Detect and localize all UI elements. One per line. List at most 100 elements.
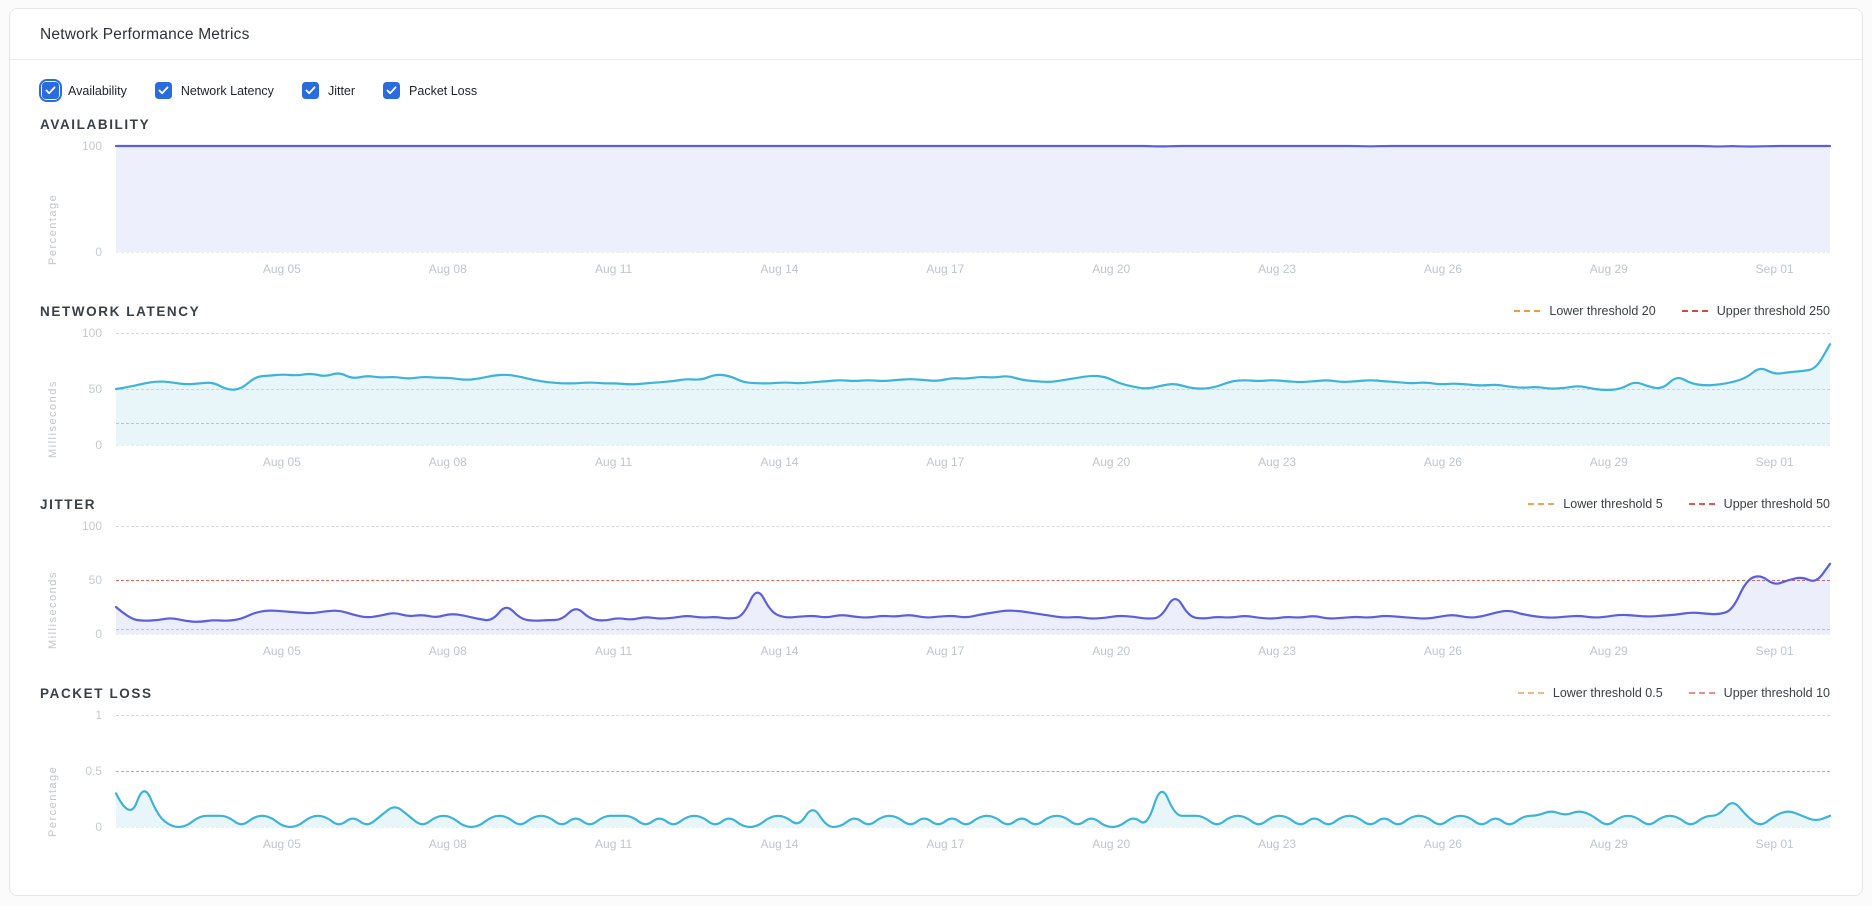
x-tick-label: Aug 14 xyxy=(760,837,798,851)
toggle-availability[interactable]: Availability xyxy=(42,82,127,99)
x-tick-label: Aug 20 xyxy=(1092,644,1130,658)
legend-dash-icon xyxy=(1528,503,1554,505)
legend-label: Upper threshold 50 xyxy=(1724,497,1830,511)
x-tick-label: Aug 26 xyxy=(1424,837,1462,851)
x-tick-label: Aug 05 xyxy=(263,644,301,658)
gridline xyxy=(116,634,1830,635)
x-tick-label: Aug 23 xyxy=(1258,837,1296,851)
legend-dash-icon xyxy=(1514,310,1540,312)
y-axis-title: Percentage xyxy=(40,146,66,286)
x-tick-label: Aug 14 xyxy=(760,262,798,276)
y-axis-title: Milliseconds xyxy=(40,526,66,668)
x-tick-label: Aug 23 xyxy=(1258,455,1296,469)
x-tick-label: Aug 20 xyxy=(1092,455,1130,469)
availability-checkbox[interactable] xyxy=(42,82,59,99)
checkmark-icon xyxy=(386,86,397,95)
x-tick-label: Aug 14 xyxy=(760,644,798,658)
x-tick-label: Aug 23 xyxy=(1258,644,1296,658)
x-tick-label: Aug 20 xyxy=(1092,837,1130,851)
toggle-label: Jitter xyxy=(328,84,355,98)
x-tick-label: Aug 08 xyxy=(429,837,467,851)
packet-loss-chart-section: PACKET LOSS Lower threshold 0.5 Upper thr… xyxy=(40,684,1832,861)
x-tick-label: Aug 20 xyxy=(1092,262,1130,276)
packet-loss-plot: 10.50Aug 05Aug 08Aug 11Aug 14Aug 17Aug 2… xyxy=(116,715,1830,827)
y-tick-label: 50 xyxy=(89,573,102,587)
legend-dash-icon xyxy=(1689,692,1715,694)
x-tick-label: Aug 29 xyxy=(1590,837,1628,851)
series-line xyxy=(116,146,1830,147)
toggle-jitter[interactable]: Jitter xyxy=(302,82,355,99)
series-line xyxy=(116,564,1830,622)
y-tick-label: 50 xyxy=(89,382,102,396)
legend-dash-icon xyxy=(1689,503,1715,505)
legend-label: Upper threshold 10 xyxy=(1724,686,1830,700)
legend-label: Lower threshold 0.5 xyxy=(1553,686,1663,700)
legend-item: Lower threshold 0.5 xyxy=(1518,686,1663,700)
y-tick-label: 1 xyxy=(95,708,102,722)
checkmark-icon xyxy=(45,86,56,95)
x-tick-label: Aug 26 xyxy=(1424,262,1462,276)
x-tick-label: Aug 11 xyxy=(595,262,632,276)
series-area xyxy=(116,564,1830,634)
y-tick-label: 100 xyxy=(82,326,102,340)
network-latency-chart-section: NETWORK LATENCY Lower threshold 20 Upper … xyxy=(40,302,1832,479)
y-tick-label: 100 xyxy=(82,139,102,153)
x-tick-label: Aug 29 xyxy=(1590,644,1628,658)
network-performance-metrics-panel: Network Performance Metrics Availability… xyxy=(9,8,1863,896)
panel-title: Network Performance Metrics xyxy=(40,26,1832,44)
availability-plot-area[interactable] xyxy=(116,146,1830,252)
x-tick-label: Aug 05 xyxy=(263,837,301,851)
legend-dash-icon xyxy=(1518,692,1544,694)
x-tick-label: Aug 26 xyxy=(1424,455,1462,469)
jitter-plot-area[interactable] xyxy=(116,526,1830,634)
x-tick-label: Aug 14 xyxy=(760,455,798,469)
x-tick-label: Aug 08 xyxy=(429,455,467,469)
toggle-packet-loss[interactable]: Packet Loss xyxy=(383,82,477,99)
y-tick-label: 0 xyxy=(95,627,102,641)
x-tick-label: Aug 17 xyxy=(926,644,964,658)
y-tick-label: 0.5 xyxy=(85,764,102,778)
packet-loss-plot-area[interactable] xyxy=(116,715,1830,827)
availability-chart-section: AVAILABILITY Percentage 1000Aug 05Aug 08… xyxy=(40,115,1832,286)
network-latency-plot: 100500Aug 05Aug 08Aug 11Aug 14Aug 17Aug … xyxy=(116,333,1830,445)
x-tick-label: Aug 05 xyxy=(263,262,301,276)
x-tick-label: Aug 23 xyxy=(1258,262,1296,276)
jitter-checkbox[interactable] xyxy=(302,82,319,99)
legend-item: Upper threshold 50 xyxy=(1689,497,1830,511)
jitter-chart-section: JITTER Lower threshold 5 Upper threshold … xyxy=(40,495,1832,668)
packet-loss-checkbox[interactable] xyxy=(383,82,400,99)
x-tick-label: Aug 08 xyxy=(429,262,467,276)
chart-legend: Lower threshold 5 Upper threshold 50 xyxy=(1528,497,1832,511)
x-tick-label: Sep 01 xyxy=(1756,837,1794,851)
chart-title: JITTER xyxy=(40,497,96,512)
metric-toggles: Availability Network Latency Jitter Pack… xyxy=(42,82,1830,99)
toggle-label: Packet Loss xyxy=(409,84,477,98)
jitter-plot: 100500Aug 05Aug 08Aug 11Aug 14Aug 17Aug … xyxy=(116,526,1830,634)
availability-plot: 1000Aug 05Aug 08Aug 11Aug 14Aug 17Aug 20… xyxy=(116,146,1830,252)
legend-label: Lower threshold 5 xyxy=(1563,497,1662,511)
legend-dash-icon xyxy=(1682,310,1708,312)
y-tick-label: 0 xyxy=(95,820,102,834)
x-tick-label: Aug 05 xyxy=(263,455,301,469)
network-latency-checkbox[interactable] xyxy=(155,82,172,99)
chart-title: NETWORK LATENCY xyxy=(40,304,200,319)
x-tick-label: Aug 29 xyxy=(1590,455,1628,469)
checkmark-icon xyxy=(158,86,169,95)
x-tick-label: Aug 11 xyxy=(595,455,632,469)
chart-title: PACKET LOSS xyxy=(40,686,153,701)
y-axis-title: Milliseconds xyxy=(40,333,66,479)
chart-legend: Lower threshold 20 Upper threshold 250 xyxy=(1514,304,1832,318)
legend-item: Lower threshold 5 xyxy=(1528,497,1662,511)
x-tick-label: Aug 26 xyxy=(1424,644,1462,658)
gridline xyxy=(116,252,1830,253)
toggle-label: Network Latency xyxy=(181,84,274,98)
network-latency-plot-area[interactable] xyxy=(116,333,1830,445)
x-tick-label: Sep 01 xyxy=(1756,455,1794,469)
toggle-network-latency[interactable]: Network Latency xyxy=(155,82,274,99)
legend-label: Upper threshold 250 xyxy=(1717,304,1830,318)
chart-legend: Lower threshold 0.5 Upper threshold 10 xyxy=(1518,686,1832,700)
x-tick-label: Aug 11 xyxy=(595,837,632,851)
x-tick-label: Sep 01 xyxy=(1756,262,1794,276)
x-tick-label: Aug 08 xyxy=(429,644,467,658)
legend-item: Lower threshold 20 xyxy=(1514,304,1655,318)
